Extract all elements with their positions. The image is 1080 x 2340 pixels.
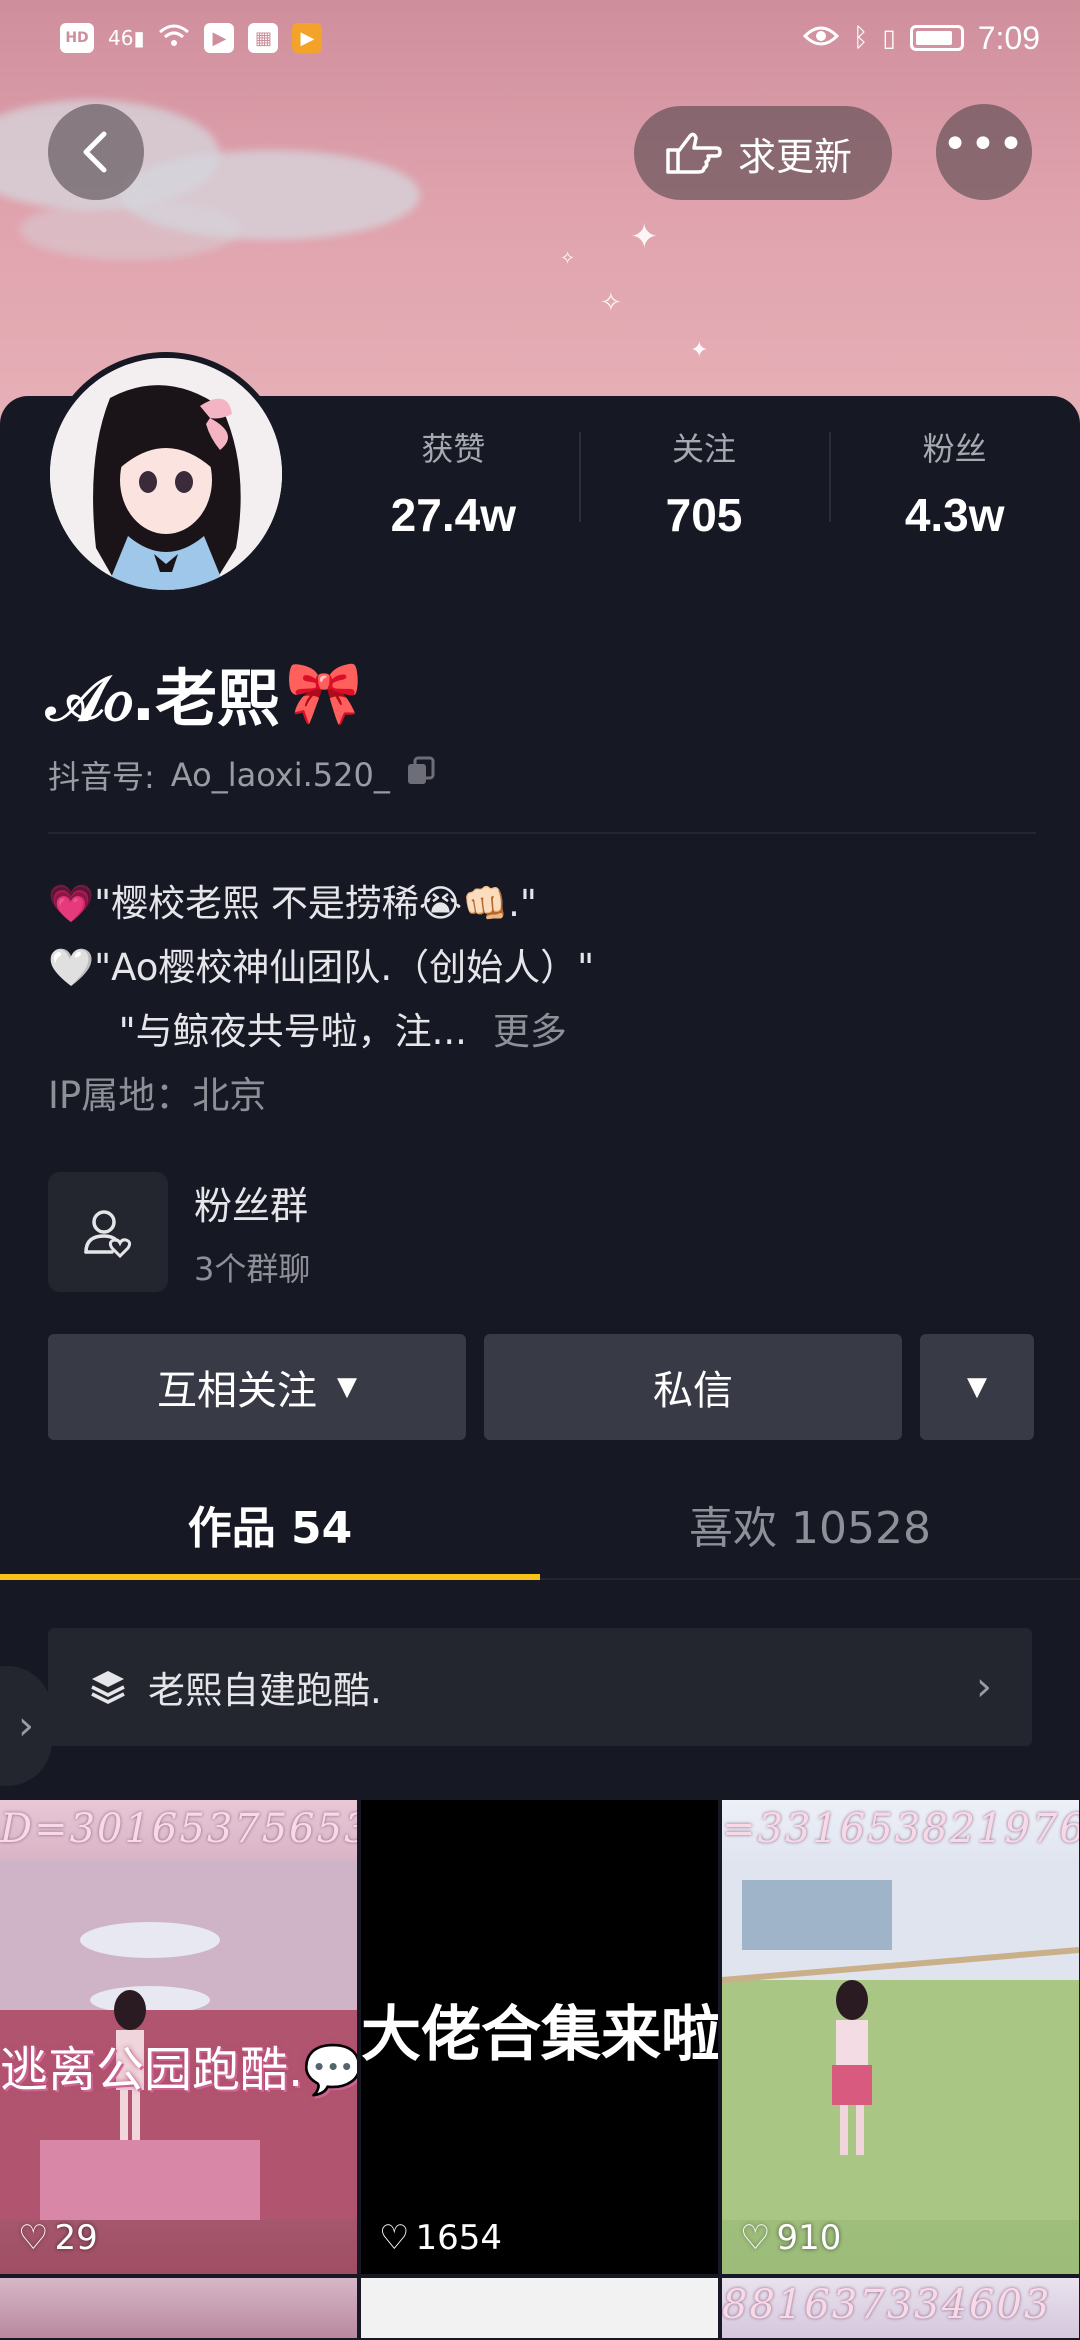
caret-down-icon: ▼ [337,1372,357,1402]
wifi-icon [158,23,190,54]
eye-icon [802,24,840,53]
hd-indicator: HD [60,23,94,53]
heart-outline-icon: ♡ [18,2218,49,2258]
battery-icon [909,25,964,51]
more-options-button[interactable]: ••• [936,104,1032,200]
clock: 7:09 [977,19,1040,56]
video-likes: ♡ 1654 [379,2218,502,2258]
video-likes-count: 1654 [415,2218,503,2258]
video-likes-count: 910 [776,2218,842,2258]
video-app-icon: ▶ [292,23,323,53]
status-bar: HD 46▮ ▶ ▦ ▶ ᛒ ▯ 7:09 [0,0,1080,76]
fan-group-icon [48,1172,168,1292]
heart-outline-icon: ♡ [740,2218,771,2258]
avatar-image [50,358,282,590]
stat-followers-value: 4.3w [904,489,1005,541]
video-overlay-text: =331653821976 [722,1806,1079,1852]
stat-likes[interactable]: 获赞 27.4w [328,420,579,550]
bluetooth-icon: ᛒ [852,23,869,53]
back-button[interactable] [48,104,144,200]
video-caption: 逃离公园跑酷.💬🕊 [0,2042,357,2098]
stat-following-value: 705 [665,489,743,541]
stat-likes-label: 获赞 [421,430,486,468]
video-thumbnail[interactable]: =331653821976 ♡ 910 [722,1800,1079,2274]
fan-group-subtitle: 3个群聊 [194,1249,311,1288]
video-overlay-text: 881637334603 [722,2282,1052,2328]
request-update-label: 求更新 [738,134,853,179]
bio-line-1: 💗"樱校老熙 不是捞稀😭👊🏻." [48,882,537,925]
bio-more-link[interactable]: 更多 [493,1000,567,1064]
mutual-follow-button[interactable]: 互相关注 ▼ [48,1334,466,1440]
signal-icon: 46▮ [108,26,145,50]
request-update-button[interactable]: 求更新 [634,106,893,200]
heart-outline-icon: ♡ [379,2218,410,2258]
douyin-id-value: Ao_laoxi.520_ [170,756,390,794]
caret-down-icon: ▼ [967,1372,987,1402]
message-button[interactable]: 私信 [484,1334,902,1440]
message-label: 私信 [653,1368,733,1414]
calendar-icon: ▦ [248,23,279,53]
video-thumbnail[interactable] [0,2278,357,2338]
bow-emoji: 🎀 [285,656,363,729]
tab-works[interactable]: 作品 54 [0,1470,540,1580]
douyin-id-label: 抖音号: [48,758,155,796]
collection-title: 老熙自建跑酷. [148,1669,382,1712]
nickname-text: 𝒜𝑜.老熙 [46,662,280,735]
fan-group-title: 粉丝群 [194,1183,309,1228]
stat-followers[interactable]: 粉丝 4.3w [829,420,1080,550]
stat-following[interactable]: 关注 705 [578,420,830,550]
video-thumbnail[interactable] [361,2278,718,2338]
ip-location: IP属地：北京 [48,1074,267,1117]
copy-icon[interactable] [406,756,436,794]
profile-bio[interactable]: 💗"樱校老熙 不是捞稀😭👊🏻." 🤍"Ao樱校神仙团队.（创始人）" "与鲸夜共… [48,872,594,1128]
app-notification-icon: ▶ [204,23,235,53]
layers-icon [91,1671,125,1704]
stat-likes-value: 27.4w [390,489,516,541]
bio-line-3-text: "与鲸夜共号啦，注... [48,1010,467,1053]
content-tabs: 作品 54 喜欢 10528 [0,1470,1080,1580]
video-thumbnail[interactable]: D=3016537565337 逃离公园跑酷.💬🕊 ♡ 29 [0,1800,357,2274]
vibrate-icon: ▯ [882,24,896,52]
more-dots-icon: ••• [942,119,1026,170]
fan-group-entry[interactable]: 粉丝群 3个群聊 [48,1172,310,1292]
avatar[interactable] [44,352,288,596]
collection-entry[interactable]: 老熙自建跑酷. › [48,1628,1032,1746]
stat-followers-label: 粉丝 [922,430,987,468]
profile-nickname: 𝒜𝑜.老熙 🎀 [46,648,362,738]
expand-recommendations-button[interactable]: ▼ [920,1334,1034,1440]
video-overlay-text: D=3016537565337 [0,1806,357,1852]
back-arrow-icon [83,131,107,173]
video-likes-count: 29 [54,2218,98,2258]
pointing-hand-icon [666,132,722,174]
chevron-right-icon: › [18,1703,34,1749]
douyin-id: 抖音号: Ao_laoxi.520_ [48,752,436,798]
bio-line-2: 🤍"Ao樱校神仙团队.（创始人）" [48,946,595,989]
mutual-follow-label: 互相关注 [157,1368,317,1414]
stat-following-label: 关注 [672,430,737,468]
video-likes: ♡ 910 [740,2218,841,2258]
profile-stats: 获赞 27.4w 关注 705 粉丝 4.3w [328,420,1080,550]
bio-line-3: "与鲸夜共号啦，注... 更多 [48,1000,594,1064]
tab-likes[interactable]: 喜欢 10528 [540,1470,1080,1578]
chevron-right-icon: › [976,1664,992,1710]
video-likes: ♡ 29 [18,2218,98,2258]
signal-label: 46 [108,26,134,50]
video-thumbnail[interactable]: 大佬合集来啦 ♡ 1654 [361,1800,718,2274]
profile-actions: 互相关注 ▼ 私信 ▼ [48,1334,1034,1440]
video-thumbnail[interactable]: 881637334603 [722,2278,1079,2338]
video-caption: 大佬合集来啦 [361,2000,718,2070]
divider [48,832,1036,834]
video-grid: D=3016537565337 逃离公园跑酷.💬🕊 ♡ 29 大佬合集来啦 ♡ … [0,1800,1080,2338]
